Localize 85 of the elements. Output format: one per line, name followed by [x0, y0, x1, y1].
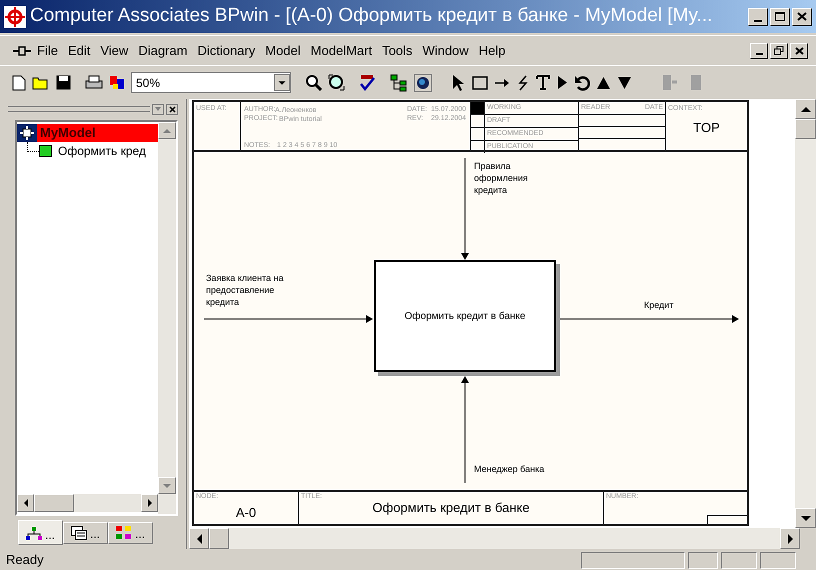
triangle-down-icon [800, 516, 810, 520]
context-value: TOP [692, 118, 721, 136]
minimize-button[interactable] [748, 8, 768, 26]
scroll-down-button[interactable] [795, 508, 816, 528]
panel-tab[interactable]: ... [108, 522, 154, 544]
close-button[interactable] [166, 104, 178, 114]
open-folder-icon[interactable] [32, 75, 50, 90]
menu-item[interactable]: Window [417, 40, 474, 60]
arrow-label: Менеджер банка [474, 463, 544, 475]
minimize-icon [756, 52, 762, 54]
scroll-thumb[interactable] [795, 118, 816, 138]
status-pane [721, 552, 757, 569]
caret-icon [274, 74, 290, 91]
scroll-thumb[interactable] [34, 494, 74, 512]
zoom-fit-icon[interactable] [328, 74, 345, 91]
scroll-right-button[interactable] [141, 494, 158, 512]
zoom-in-icon[interactable] [305, 74, 322, 91]
scroll-up-button[interactable] [795, 99, 816, 119]
triangle-up-icon [800, 106, 810, 112]
restore-icon [774, 46, 784, 55]
triangle-up-icon[interactable] [596, 76, 611, 90]
scroll-left-button[interactable] [189, 528, 209, 549]
close-icon [797, 12, 807, 21]
minimize-icon [754, 20, 762, 22]
menu-item[interactable]: File [32, 40, 63, 60]
window-title: Computer Associates BPwin - [(A-0) Оформить кредит в банке - MyModel [My... [30, 4, 714, 28]
menu-item[interactable]: Dictionary [192, 40, 260, 60]
triangle-down-icon [155, 107, 161, 111]
squiggle-icon[interactable] [516, 74, 530, 90]
arrow-label: Заявка клиента на предоставление кредита [206, 272, 284, 308]
panel-tab[interactable]: ... [18, 520, 64, 545]
menu-item[interactable]: Edit [62, 40, 96, 60]
globe-icon[interactable] [414, 74, 432, 92]
close-icon [168, 106, 176, 112]
arrow-label: Кредит [644, 299, 674, 311]
save-icon[interactable] [56, 75, 71, 90]
arrow-tool-icon[interactable] [494, 76, 510, 88]
triangle-down-icon [163, 484, 171, 488]
node-value: A-0 [234, 504, 258, 522]
maximize-button[interactable] [770, 8, 790, 26]
triangle-right-icon [148, 499, 152, 507]
scroll-thumb[interactable] [209, 528, 229, 549]
triangle-left-icon [24, 499, 28, 507]
triangle-down-icon[interactable] [617, 76, 632, 90]
restore-button[interactable] [770, 42, 788, 58]
triangle-right-icon [788, 534, 792, 544]
horizontal-scrollbar[interactable] [17, 494, 158, 512]
play-icon[interactable] [556, 75, 568, 90]
tree-item[interactable]: MyModel [17, 124, 158, 142]
minimize-button[interactable] [750, 42, 768, 58]
triangle-up-icon [163, 128, 171, 132]
close-icon [794, 46, 804, 54]
undo-icon[interactable] [574, 74, 590, 90]
status-pane [688, 552, 718, 569]
status-pane [760, 552, 796, 569]
menu-item[interactable]: Model [260, 40, 306, 60]
maximize-icon [775, 12, 785, 21]
menu-item[interactable]: ModelMart [306, 40, 378, 60]
print-icon[interactable] [85, 74, 103, 90]
scroll-right-button[interactable] [780, 528, 800, 549]
spell-check-icon[interactable] [359, 74, 376, 91]
color-icon[interactable] [109, 74, 125, 90]
diagram-title: Оформить кредит в банке [371, 498, 531, 517]
document-icon [71, 526, 88, 543]
menu-item[interactable]: Diagram [133, 40, 192, 60]
vertical-scrollbar[interactable] [795, 99, 816, 528]
box-tool-icon[interactable] [472, 76, 488, 90]
text-tool-icon[interactable] [536, 75, 550, 90]
plug-icon [12, 44, 32, 58]
zoom-dropdown[interactable]: 50% [131, 72, 291, 93]
status-text: Ready [6, 550, 45, 569]
app-icon [4, 6, 26, 28]
menu-item[interactable]: Tools [377, 40, 418, 60]
tree-icon[interactable] [390, 74, 408, 92]
scroll-left-button[interactable] [17, 494, 34, 512]
tree-item[interactable]: Оформить кред [39, 142, 146, 160]
new-file-icon[interactable] [12, 74, 26, 90]
disabled-tool-icon [688, 74, 702, 91]
triangle-left-icon [196, 534, 202, 544]
panel-tab[interactable]: ... [63, 522, 108, 544]
horizontal-scrollbar[interactable] [189, 528, 800, 549]
menu-item[interactable]: Help [474, 40, 510, 60]
arrow-label: Правила оформления кредита [474, 160, 528, 196]
menu-item[interactable]: View [95, 40, 134, 60]
pointer-icon[interactable] [450, 74, 466, 92]
